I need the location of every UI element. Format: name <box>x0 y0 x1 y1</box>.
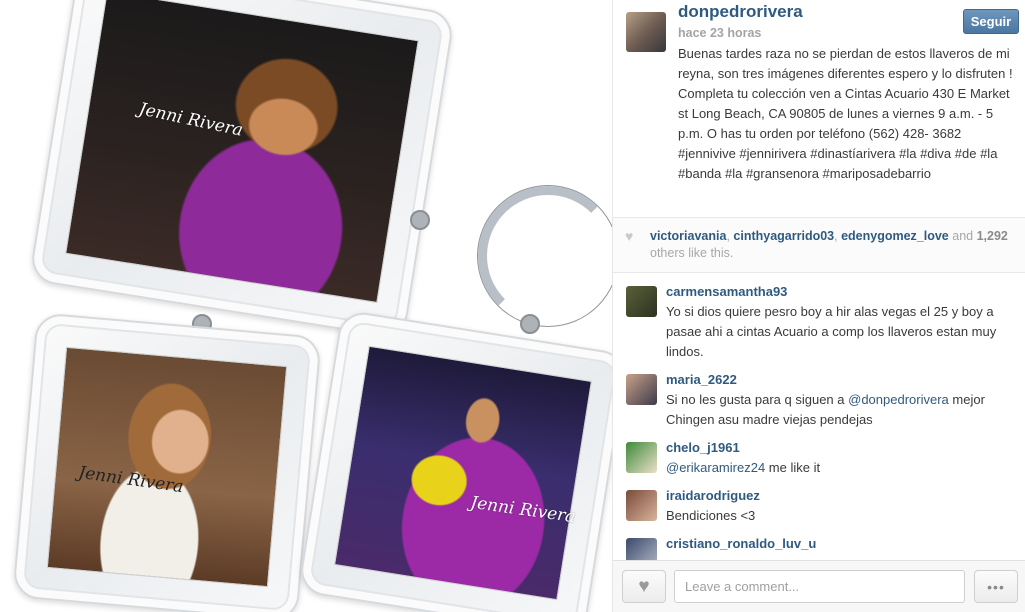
keychain-photo-purple-dress <box>65 0 419 304</box>
comment-username[interactable]: iraidarodriguez <box>666 488 760 503</box>
keychain-eyelet <box>520 314 540 334</box>
keychain-eyelet <box>410 210 430 230</box>
heart-icon: ♥ <box>638 575 650 597</box>
likes-summary: victoriavania, cinthyagarrido03, edenygo… <box>650 229 1008 260</box>
likes-count[interactable]: 1,292 <box>977 229 1008 243</box>
keychain-photo-stage <box>334 345 592 601</box>
liker-link[interactable]: edenygomez_love <box>841 229 949 243</box>
avatar[interactable] <box>626 286 657 317</box>
comment-text: Si no les gusta para q siguen a @donpedr… <box>666 392 985 427</box>
avatar[interactable] <box>626 12 666 52</box>
likes-suffix: others like this. <box>650 246 734 260</box>
keychain-bottom-right <box>297 309 612 612</box>
follow-button[interactable]: Seguir <box>963 9 1019 34</box>
ellipsis-icon: ••• <box>987 578 1005 595</box>
comment-footer: ♥ ••• <box>613 560 1025 612</box>
post-caption: Buenas tardes raza no se pierdan de esto… <box>678 46 1013 181</box>
post-photo: Jenni Rivera Jenni Rivera Jenni Rivera <box>0 0 612 612</box>
heart-icon: ♥ <box>625 228 634 244</box>
like-button[interactable]: ♥ <box>622 570 666 603</box>
comment-username[interactable]: chelo_j1961 <box>666 440 740 455</box>
comment-input[interactable] <box>674 570 965 603</box>
comment-text: @erikaramirez24 me like it <box>666 460 821 475</box>
likes-and: and <box>952 229 974 243</box>
post-details-panel: donpedrorivera hace 23 horas Seguir Buen… <box>612 0 1025 612</box>
mention-link[interactable]: @erikaramirez24 <box>666 460 765 475</box>
liker-link[interactable]: cinthyagarrido03 <box>733 229 834 243</box>
keychain-bottom-left <box>12 312 322 612</box>
comment-text: Bendiciones <3 <box>666 508 756 523</box>
avatar[interactable] <box>626 374 657 405</box>
comments-list[interactable]: carmensamantha93 Yo si dios quiere pesro… <box>613 274 1025 560</box>
post-timestamp[interactable]: hace 23 horas <box>678 26 761 40</box>
mention-link[interactable]: @donpedrorivera <box>848 392 949 407</box>
post-header: donpedrorivera hace 23 horas Seguir Buen… <box>613 0 1025 218</box>
avatar[interactable] <box>626 442 657 473</box>
keychain-top <box>28 0 456 340</box>
comment-username[interactable]: carmensamantha93 <box>666 284 787 299</box>
avatar[interactable] <box>626 490 657 521</box>
comment-text: Yo si dios quiere pesro boy a hir alas v… <box>666 304 997 359</box>
avatar[interactable] <box>626 538 657 560</box>
more-options-button[interactable]: ••• <box>974 570 1018 603</box>
comment-username[interactable]: cristiano_ronaldo_luv_u <box>666 536 816 551</box>
post-username[interactable]: donpedrorivera <box>678 2 803 22</box>
key-ring <box>478 186 612 326</box>
liker-link[interactable]: victoriavania <box>650 229 726 243</box>
likes-section: ♥ victoriavania, cinthyagarrido03, edeny… <box>613 218 1025 273</box>
comment-username[interactable]: maria_2622 <box>666 372 737 387</box>
